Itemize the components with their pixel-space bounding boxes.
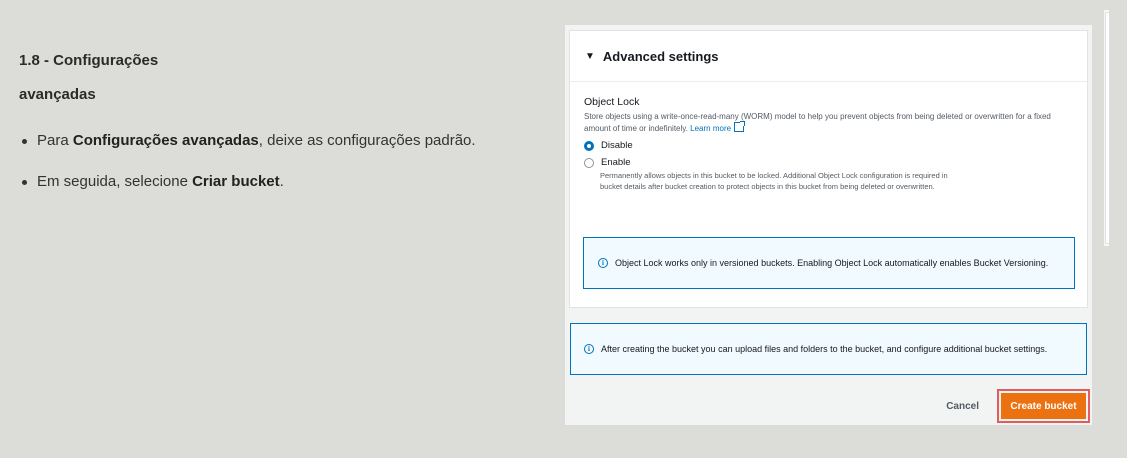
advanced-settings-header[interactable]: ▼ Advanced settings bbox=[570, 31, 1087, 82]
create-bucket-button[interactable]: Create bucket bbox=[1001, 393, 1086, 419]
info-icon: i bbox=[584, 344, 594, 354]
after-create-info-alert: i After creating the bucket you can uplo… bbox=[570, 323, 1087, 375]
after-create-info-text: After creating the bucket you can upload… bbox=[601, 344, 1048, 354]
object-lock-label: Object Lock bbox=[584, 96, 640, 108]
bullet-icon bbox=[22, 179, 27, 185]
advanced-settings-panel: ▼ Advanced settings Object Lock Store ob… bbox=[569, 30, 1088, 308]
radio-unselected-icon bbox=[584, 157, 594, 168]
object-lock-description: Store objects using a write-once-read-ma… bbox=[584, 112, 1051, 133]
s3-console-screenshot: ▼ Advanced settings Object Lock Store ob… bbox=[565, 25, 1092, 425]
slide-title-line1: 1.8 - Configurações bbox=[19, 52, 159, 69]
advanced-settings-title: Advanced settings bbox=[602, 48, 719, 64]
radio-selected-icon bbox=[584, 140, 594, 151]
radio-enable[interactable]: Enable bbox=[584, 157, 1073, 168]
radio-disable[interactable]: Disable bbox=[584, 140, 1073, 151]
create-bucket-highlight: Create bucket bbox=[997, 389, 1090, 423]
radio-disable-label: Disable bbox=[601, 140, 633, 151]
scrollbar-thumb[interactable] bbox=[1105, 12, 1110, 244]
slide-title-line2: avançadas bbox=[19, 86, 96, 103]
versioning-info-alert: i Object Lock works only in versioned bu… bbox=[583, 237, 1075, 289]
radio-enable-label: Enable bbox=[601, 157, 631, 168]
slide-title: 1.8 - Configurações avançadas bbox=[19, 44, 319, 112]
form-footer: Cancel Create bucket bbox=[946, 389, 1092, 423]
external-link-icon bbox=[734, 121, 746, 132]
caret-down-icon: ▼ bbox=[585, 50, 595, 62]
instruction-item: Em seguida, selecione Criar bucket. bbox=[22, 173, 476, 190]
versioning-info-text: Object Lock works only in versioned buck… bbox=[615, 258, 1049, 268]
instruction-list: Para Configurações avançadas, deixe as c… bbox=[22, 132, 476, 214]
bullet-icon bbox=[22, 138, 27, 144]
cancel-button[interactable]: Cancel bbox=[946, 401, 979, 412]
enable-description: Permanently allows objects in this bucke… bbox=[600, 171, 948, 191]
info-icon: i bbox=[598, 258, 608, 268]
learn-more-link[interactable]: Learn more bbox=[690, 124, 731, 133]
instruction-item: Para Configurações avançadas, deixe as c… bbox=[22, 132, 476, 149]
